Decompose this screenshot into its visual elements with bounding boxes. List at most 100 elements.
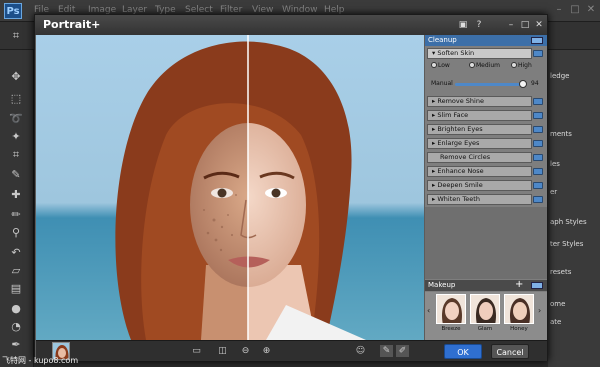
close-icon[interactable]: ✕	[533, 19, 545, 31]
preset-breeze-thumb[interactable]	[436, 294, 466, 324]
eraser-icon[interactable]: ▱	[8, 264, 24, 278]
history-brush-icon[interactable]: ↶	[8, 246, 24, 260]
makeup-presets: ‹ Breeze Glam Honey ›	[425, 292, 547, 340]
panel-label: ter Styles	[550, 240, 584, 248]
panel-label: ome	[550, 300, 566, 308]
portrait-preview[interactable]	[36, 35, 424, 340]
section-brighten-eyes[interactable]: ▸ Brighten Eyes	[427, 124, 543, 135]
preset-honey-thumb[interactable]	[504, 294, 534, 324]
eyedropper-icon[interactable]: ✎	[8, 168, 24, 182]
section-toggle[interactable]	[533, 196, 543, 203]
manual-value: 94	[531, 80, 539, 87]
cancel-button[interactable]: Cancel	[491, 344, 529, 359]
clone-stamp-icon[interactable]: ⚲	[8, 226, 24, 240]
section-label: Remove Circles	[440, 153, 491, 161]
radio-high[interactable]: High	[511, 62, 532, 69]
panel-label: er	[550, 188, 558, 196]
watermark-text: 飞特网 - kupo8.com	[2, 356, 79, 365]
close-icon[interactable]: ✕	[584, 4, 598, 16]
manual-slider-row: Manual 94	[429, 80, 545, 90]
section-toggle[interactable]	[533, 140, 543, 147]
section-label: Remove Shine	[437, 97, 484, 105]
section-toggle[interactable]	[533, 98, 543, 105]
section-toggle[interactable]	[533, 168, 543, 175]
radio-label: High	[518, 62, 532, 69]
maximize-icon[interactable]: □	[519, 19, 531, 31]
dodge-icon[interactable]: ◔	[8, 320, 24, 334]
section-label: Slim Face	[437, 111, 469, 119]
magic-wand-icon[interactable]: ✦	[8, 130, 24, 144]
preset-label: Breeze	[441, 326, 461, 332]
chevron-right-icon[interactable]: ›	[538, 306, 541, 315]
cleanup-header[interactable]: Cleanup	[425, 35, 547, 46]
section-deepen-smile[interactable]: ▸ Deepen Smile	[427, 180, 543, 191]
panel-label: ledge	[550, 72, 570, 80]
settings-panel: Cleanup ▾ Soften Skin Low Medium High Ma…	[425, 35, 547, 340]
section-slim-face[interactable]: ▸ Slim Face	[427, 110, 543, 121]
section-label: Enhance Nose	[437, 167, 484, 175]
section-enhance-nose[interactable]: ▸ Enhance Nose	[427, 166, 543, 177]
panel-spacer	[425, 207, 547, 279]
paint-brush-icon[interactable]: ✐	[396, 345, 409, 357]
dialog-title: Portrait+	[43, 18, 101, 31]
preset-label: Glam	[477, 326, 493, 332]
section-toggle[interactable]	[533, 126, 543, 133]
add-makeup-icon[interactable]: +	[515, 279, 523, 290]
section-toggle[interactable]	[533, 182, 543, 189]
pen-tool-icon[interactable]: ✒	[8, 338, 24, 352]
side-by-side-icon[interactable]: ◫	[216, 345, 229, 357]
zoom-in-icon[interactable]: ⊕	[260, 345, 273, 357]
makeup-header[interactable]: Makeup	[425, 280, 547, 291]
ok-button[interactable]: OK	[444, 344, 482, 359]
section-remove-circles[interactable]: Remove Circles	[427, 152, 543, 163]
ps-toolbar: ✥ ⬚ ➰ ✦ ⌗ ✎ ✚ ✏ ⚲ ↶ ▱ ▤ ● ◔ ✒	[0, 50, 34, 367]
section-enlarge-eyes[interactable]: ▸ Enlarge Eyes	[427, 138, 543, 149]
cleanup-toggle-icon[interactable]	[531, 37, 543, 44]
portrait-photo	[36, 35, 424, 340]
help-icon[interactable]: ?	[473, 19, 485, 31]
face-detect-icon[interactable]: ☺	[354, 345, 367, 357]
section-remove-shine[interactable]: ▸ Remove Shine	[427, 96, 543, 107]
section-label: Soften Skin	[437, 49, 475, 57]
preset-glam-thumb[interactable]	[470, 294, 500, 324]
manual-label: Manual	[431, 80, 453, 87]
minimize-icon[interactable]: –	[552, 4, 566, 16]
soften-level-radios: Low Medium High	[429, 62, 545, 74]
section-label: Brighten Eyes	[437, 125, 483, 133]
chat-icon[interactable]: ▣	[457, 19, 469, 31]
panel-label: resets	[550, 268, 572, 276]
dialog-bottom-bar: ▭ ◫ ⊖ ⊕ ☺ ✎ ✐ OK Cancel	[36, 340, 547, 361]
section-toggle[interactable]	[533, 112, 543, 119]
soften-skin-toggle[interactable]	[533, 50, 543, 57]
radio-medium[interactable]: Medium	[469, 62, 500, 69]
makeup-toggle-icon[interactable]	[531, 282, 543, 289]
marquee-tool-icon[interactable]: ⬚	[8, 92, 24, 106]
manual-slider-track[interactable]	[455, 83, 525, 86]
healing-brush-icon[interactable]: ✚	[8, 188, 24, 202]
section-label: Whiten Teeth	[437, 195, 480, 203]
minimize-icon[interactable]: –	[505, 19, 517, 31]
ps-right-panels: ledge ments les er aph Styles ter Styles…	[548, 50, 600, 367]
zoom-out-icon[interactable]: ⊖	[239, 345, 252, 357]
section-label: Enlarge Eyes	[437, 139, 480, 147]
eraser-brush-icon[interactable]: ✎	[380, 345, 393, 357]
maximize-icon[interactable]: □	[568, 4, 582, 16]
gradient-icon[interactable]: ▤	[8, 282, 24, 296]
blur-icon[interactable]: ●	[8, 302, 24, 316]
section-soften-skin[interactable]: ▾ Soften Skin	[427, 48, 543, 59]
lasso-tool-icon[interactable]: ➰	[8, 112, 24, 126]
move-tool-icon[interactable]: ✥	[8, 70, 24, 84]
section-whiten-teeth[interactable]: ▸ Whiten Teeth	[427, 194, 543, 205]
dialog-titlebar: Portrait+ ▣ ? – □ ✕	[35, 15, 547, 35]
chevron-left-icon[interactable]: ‹	[427, 306, 430, 315]
crop-tool-icon[interactable]: ⌗	[8, 148, 24, 162]
radio-label: Low	[438, 62, 450, 69]
manual-slider-thumb[interactable]	[519, 80, 527, 88]
crop-icon[interactable]: ⌗	[8, 29, 24, 43]
brush-tool-icon[interactable]: ✏	[8, 208, 24, 222]
radio-label: Medium	[476, 62, 500, 69]
preset-label: Honey	[510, 326, 528, 332]
radio-low[interactable]: Low	[431, 62, 450, 69]
split-view-icon[interactable]: ▭	[190, 345, 203, 357]
section-toggle[interactable]	[533, 154, 543, 161]
